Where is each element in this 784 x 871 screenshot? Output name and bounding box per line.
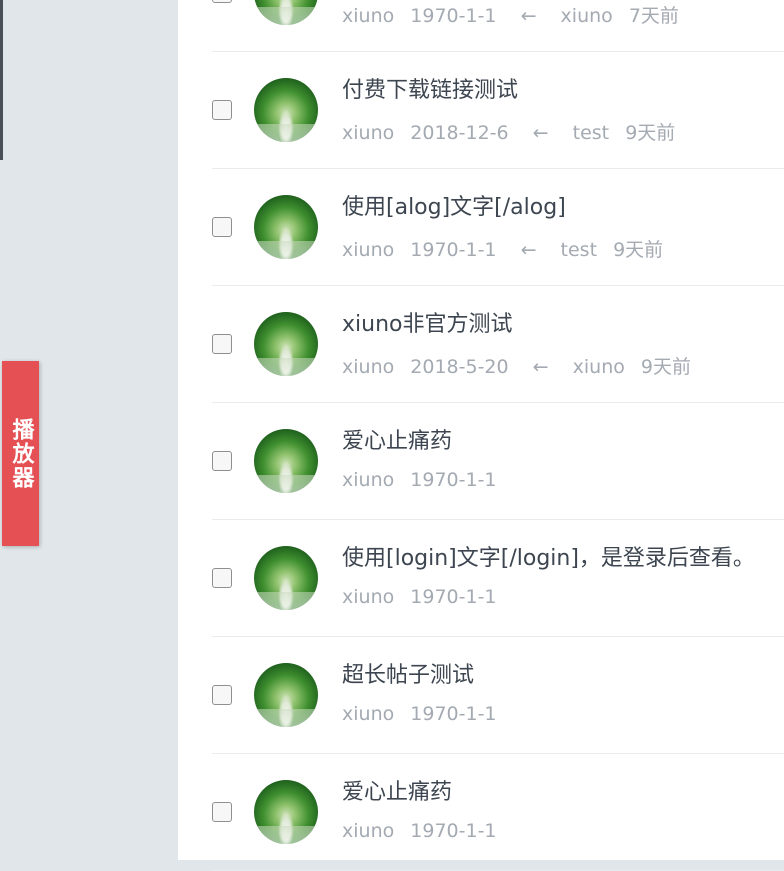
avatar[interactable] — [254, 429, 318, 493]
last-reply-user[interactable]: test — [561, 239, 598, 261]
thread-row[interactable]: 使用[login]文字[/login]，是登录后查看。 xiuno 1970-1… — [212, 520, 784, 637]
thread-checkbox[interactable] — [212, 0, 232, 3]
thread-row[interactable]: xiuno 1970-1-1 ← xiuno 7天前 — [212, 0, 784, 52]
thread-list: xiuno 1970-1-1 ← xiuno 7天前 付费下载链接测试 xiun… — [178, 0, 784, 871]
thread-title[interactable]: 付费下载链接测试 — [342, 72, 518, 104]
thread-row[interactable]: 使用[alog]文字[/alog] xiuno 1970-1-1 ← test … — [212, 169, 784, 286]
thread-meta: xiuno 1970-1-1 ← test 9天前 — [342, 235, 673, 262]
avatar[interactable] — [254, 195, 318, 259]
last-reply-time: 9天前 — [613, 239, 664, 261]
thread-date: 1970-1-1 — [410, 239, 497, 261]
thread-author[interactable]: xiuno — [342, 5, 394, 27]
last-reply-time: 9天前 — [625, 122, 676, 144]
left-background: 播放器 — [0, 0, 178, 860]
thread-row[interactable]: 付费下载链接测试 xiuno 2018-12-6 ← test 9天前 — [212, 52, 784, 169]
thread-checkbox[interactable] — [212, 568, 232, 588]
thread-row[interactable]: 超长帖子测试 xiuno 1970-1-1 — [212, 637, 784, 754]
reply-arrow-icon: ← — [520, 5, 537, 27]
avatar[interactable] — [254, 663, 318, 727]
player-tab-label: 播放器 — [8, 417, 34, 490]
last-reply-time: 9天前 — [640, 356, 692, 378]
reply-arrow-icon: ← — [532, 356, 549, 378]
thread-author[interactable]: xiuno — [342, 703, 394, 725]
thread-row[interactable]: xiuno非官方测试 xiuno 2018-5-20 ← xiuno 9天前 — [212, 286, 784, 403]
player-tab[interactable]: 播放器 — [2, 361, 39, 546]
thread-meta: xiuno 1970-1-1 — [342, 703, 507, 725]
thread-author[interactable]: xiuno — [342, 469, 394, 491]
thread-author[interactable]: xiuno — [342, 122, 394, 144]
thread-author[interactable]: xiuno — [342, 820, 394, 842]
thread-date: 1970-1-1 — [410, 586, 497, 608]
thread-meta: xiuno 1970-1-1 ← xiuno 7天前 — [342, 1, 689, 28]
thread-checkbox[interactable] — [212, 451, 232, 471]
thread-date: 1970-1-1 — [410, 820, 497, 842]
thread-meta: xiuno 1970-1-1 — [342, 820, 507, 842]
thread-author[interactable]: xiuno — [342, 356, 394, 378]
thread-checkbox[interactable] — [212, 685, 232, 705]
last-reply-user[interactable]: xiuno — [561, 5, 613, 27]
thread-author[interactable]: xiuno — [342, 586, 394, 608]
avatar[interactable] — [254, 78, 318, 142]
thread-title[interactable]: 超长帖子测试 — [342, 657, 474, 689]
thread-meta: xiuno 1970-1-1 — [342, 586, 507, 608]
thread-row[interactable]: 爱心止痛药 xiuno 1970-1-1 — [212, 754, 784, 871]
avatar[interactable] — [254, 546, 318, 610]
thread-checkbox[interactable] — [212, 802, 232, 822]
thread-checkbox[interactable] — [212, 100, 232, 120]
thread-row[interactable]: 爱心止痛药 xiuno 1970-1-1 — [212, 403, 784, 520]
thread-title[interactable]: 爱心止痛药 — [342, 423, 452, 455]
thread-date: 1970-1-1 — [410, 5, 497, 27]
thread-meta: xiuno 1970-1-1 — [342, 469, 507, 491]
thread-checkbox[interactable] — [212, 217, 232, 237]
last-reply-time: 7天前 — [628, 5, 679, 27]
thread-date: 2018-5-20 — [410, 356, 509, 378]
thread-title[interactable]: xiuno非官方测试 — [342, 306, 512, 338]
reply-arrow-icon: ← — [532, 122, 549, 144]
avatar[interactable] — [254, 312, 318, 376]
avatar[interactable] — [254, 780, 318, 844]
thread-date: 1970-1-1 — [410, 469, 497, 491]
last-reply-user[interactable]: xiuno — [573, 356, 625, 378]
sidebar-edge — [0, 0, 3, 160]
thread-title[interactable]: 爱心止痛药 — [342, 774, 452, 806]
thread-author[interactable]: xiuno — [342, 239, 394, 261]
thread-meta: xiuno 2018-5-20 ← xiuno 9天前 — [342, 352, 701, 379]
thread-meta: xiuno 2018-12-6 ← test 9天前 — [342, 118, 685, 145]
thread-title[interactable]: 使用[alog]文字[/alog] — [342, 189, 566, 221]
thread-date: 2018-12-6 — [410, 122, 509, 144]
avatar[interactable] — [254, 0, 318, 25]
reply-arrow-icon: ← — [520, 239, 537, 261]
thread-checkbox[interactable] — [212, 334, 232, 354]
thread-title[interactable]: 使用[login]文字[/login]，是登录后查看。 — [342, 540, 755, 572]
last-reply-user[interactable]: test — [573, 122, 610, 144]
thread-date: 1970-1-1 — [410, 703, 497, 725]
